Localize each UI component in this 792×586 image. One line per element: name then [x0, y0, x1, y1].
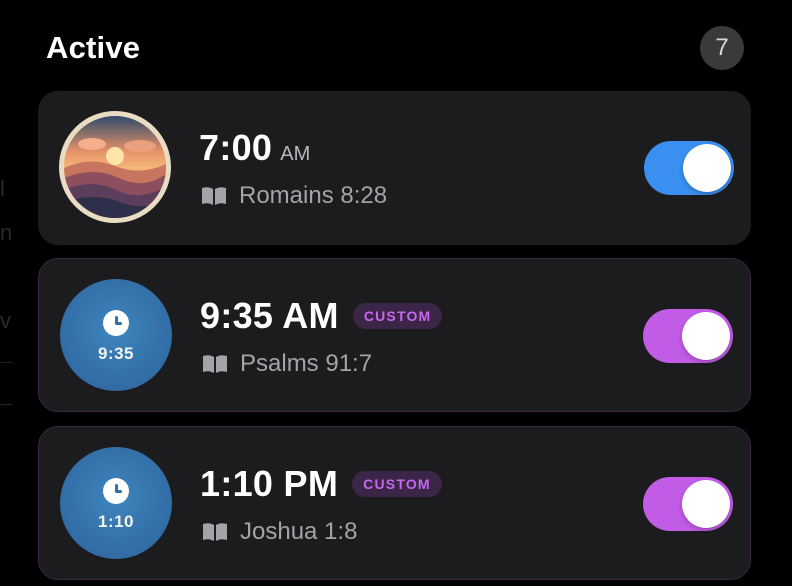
verse-row: Joshua 1:8	[202, 518, 357, 546]
verse-reference: Joshua 1:8	[240, 518, 358, 545]
alarm-card[interactable]: 9:35 9:35 AM CUSTOM Psalms 91:7	[38, 258, 751, 412]
verse-row: Romains 8:28	[201, 182, 387, 210]
toggle-knob	[683, 144, 731, 192]
avatar-time-label: 1:10	[97, 512, 135, 531]
count-badge: 7	[700, 26, 744, 70]
alarm-card[interactable]: 1:10 1:10 PM CUSTOM Joshua 1:8	[38, 426, 751, 580]
book-icon	[203, 523, 227, 541]
alarm-time-row: 7:00 AM	[199, 127, 310, 169]
alarm-list-screen: l n v Active 7 7:00 AM Romains 8:28 9:35…	[0, 0, 792, 586]
background-fragment: n	[0, 220, 13, 245]
custom-tag: CUSTOM	[352, 303, 443, 329]
background-fragment: l	[0, 176, 5, 201]
alarm-time: 1:10 PM	[200, 463, 339, 504]
alarm-ampm: AM	[280, 143, 311, 165]
alarm-time: 9:35 AM	[200, 295, 339, 336]
section-header: Active 7	[46, 26, 744, 70]
verse-row: Psalms 91:7	[202, 350, 372, 378]
clock-avatar: 9:35	[60, 279, 172, 391]
toggle-knob	[682, 312, 730, 360]
clock-avatar: 1:10	[60, 447, 172, 559]
clock-icon	[103, 478, 129, 504]
alarm-time: 7:00	[199, 127, 273, 168]
book-icon	[203, 355, 227, 373]
toggle-knob	[682, 480, 730, 528]
alarm-time-row: 1:10 PM CUSTOM	[200, 463, 442, 505]
background-fragment: v	[0, 308, 11, 333]
verse-reference: Romains 8:28	[239, 182, 388, 209]
background-divider	[0, 362, 12, 363]
alarm-card[interactable]: 7:00 AM Romains 8:28	[38, 91, 751, 245]
clock-icon	[103, 310, 129, 336]
alarm-toggle[interactable]	[643, 309, 733, 363]
section-title: Active	[46, 30, 141, 65]
sunset-mountains-image	[59, 111, 171, 223]
verse-reference: Psalms 91:7	[240, 350, 373, 377]
alarm-toggle[interactable]	[644, 141, 734, 195]
avatar-time-label: 9:35	[97, 344, 135, 363]
alarm-toggle[interactable]	[643, 477, 733, 531]
custom-tag: CUSTOM	[352, 471, 442, 497]
alarm-time-row: 9:35 AM CUSTOM	[200, 295, 443, 337]
background-divider	[0, 404, 12, 405]
book-icon	[202, 187, 226, 205]
